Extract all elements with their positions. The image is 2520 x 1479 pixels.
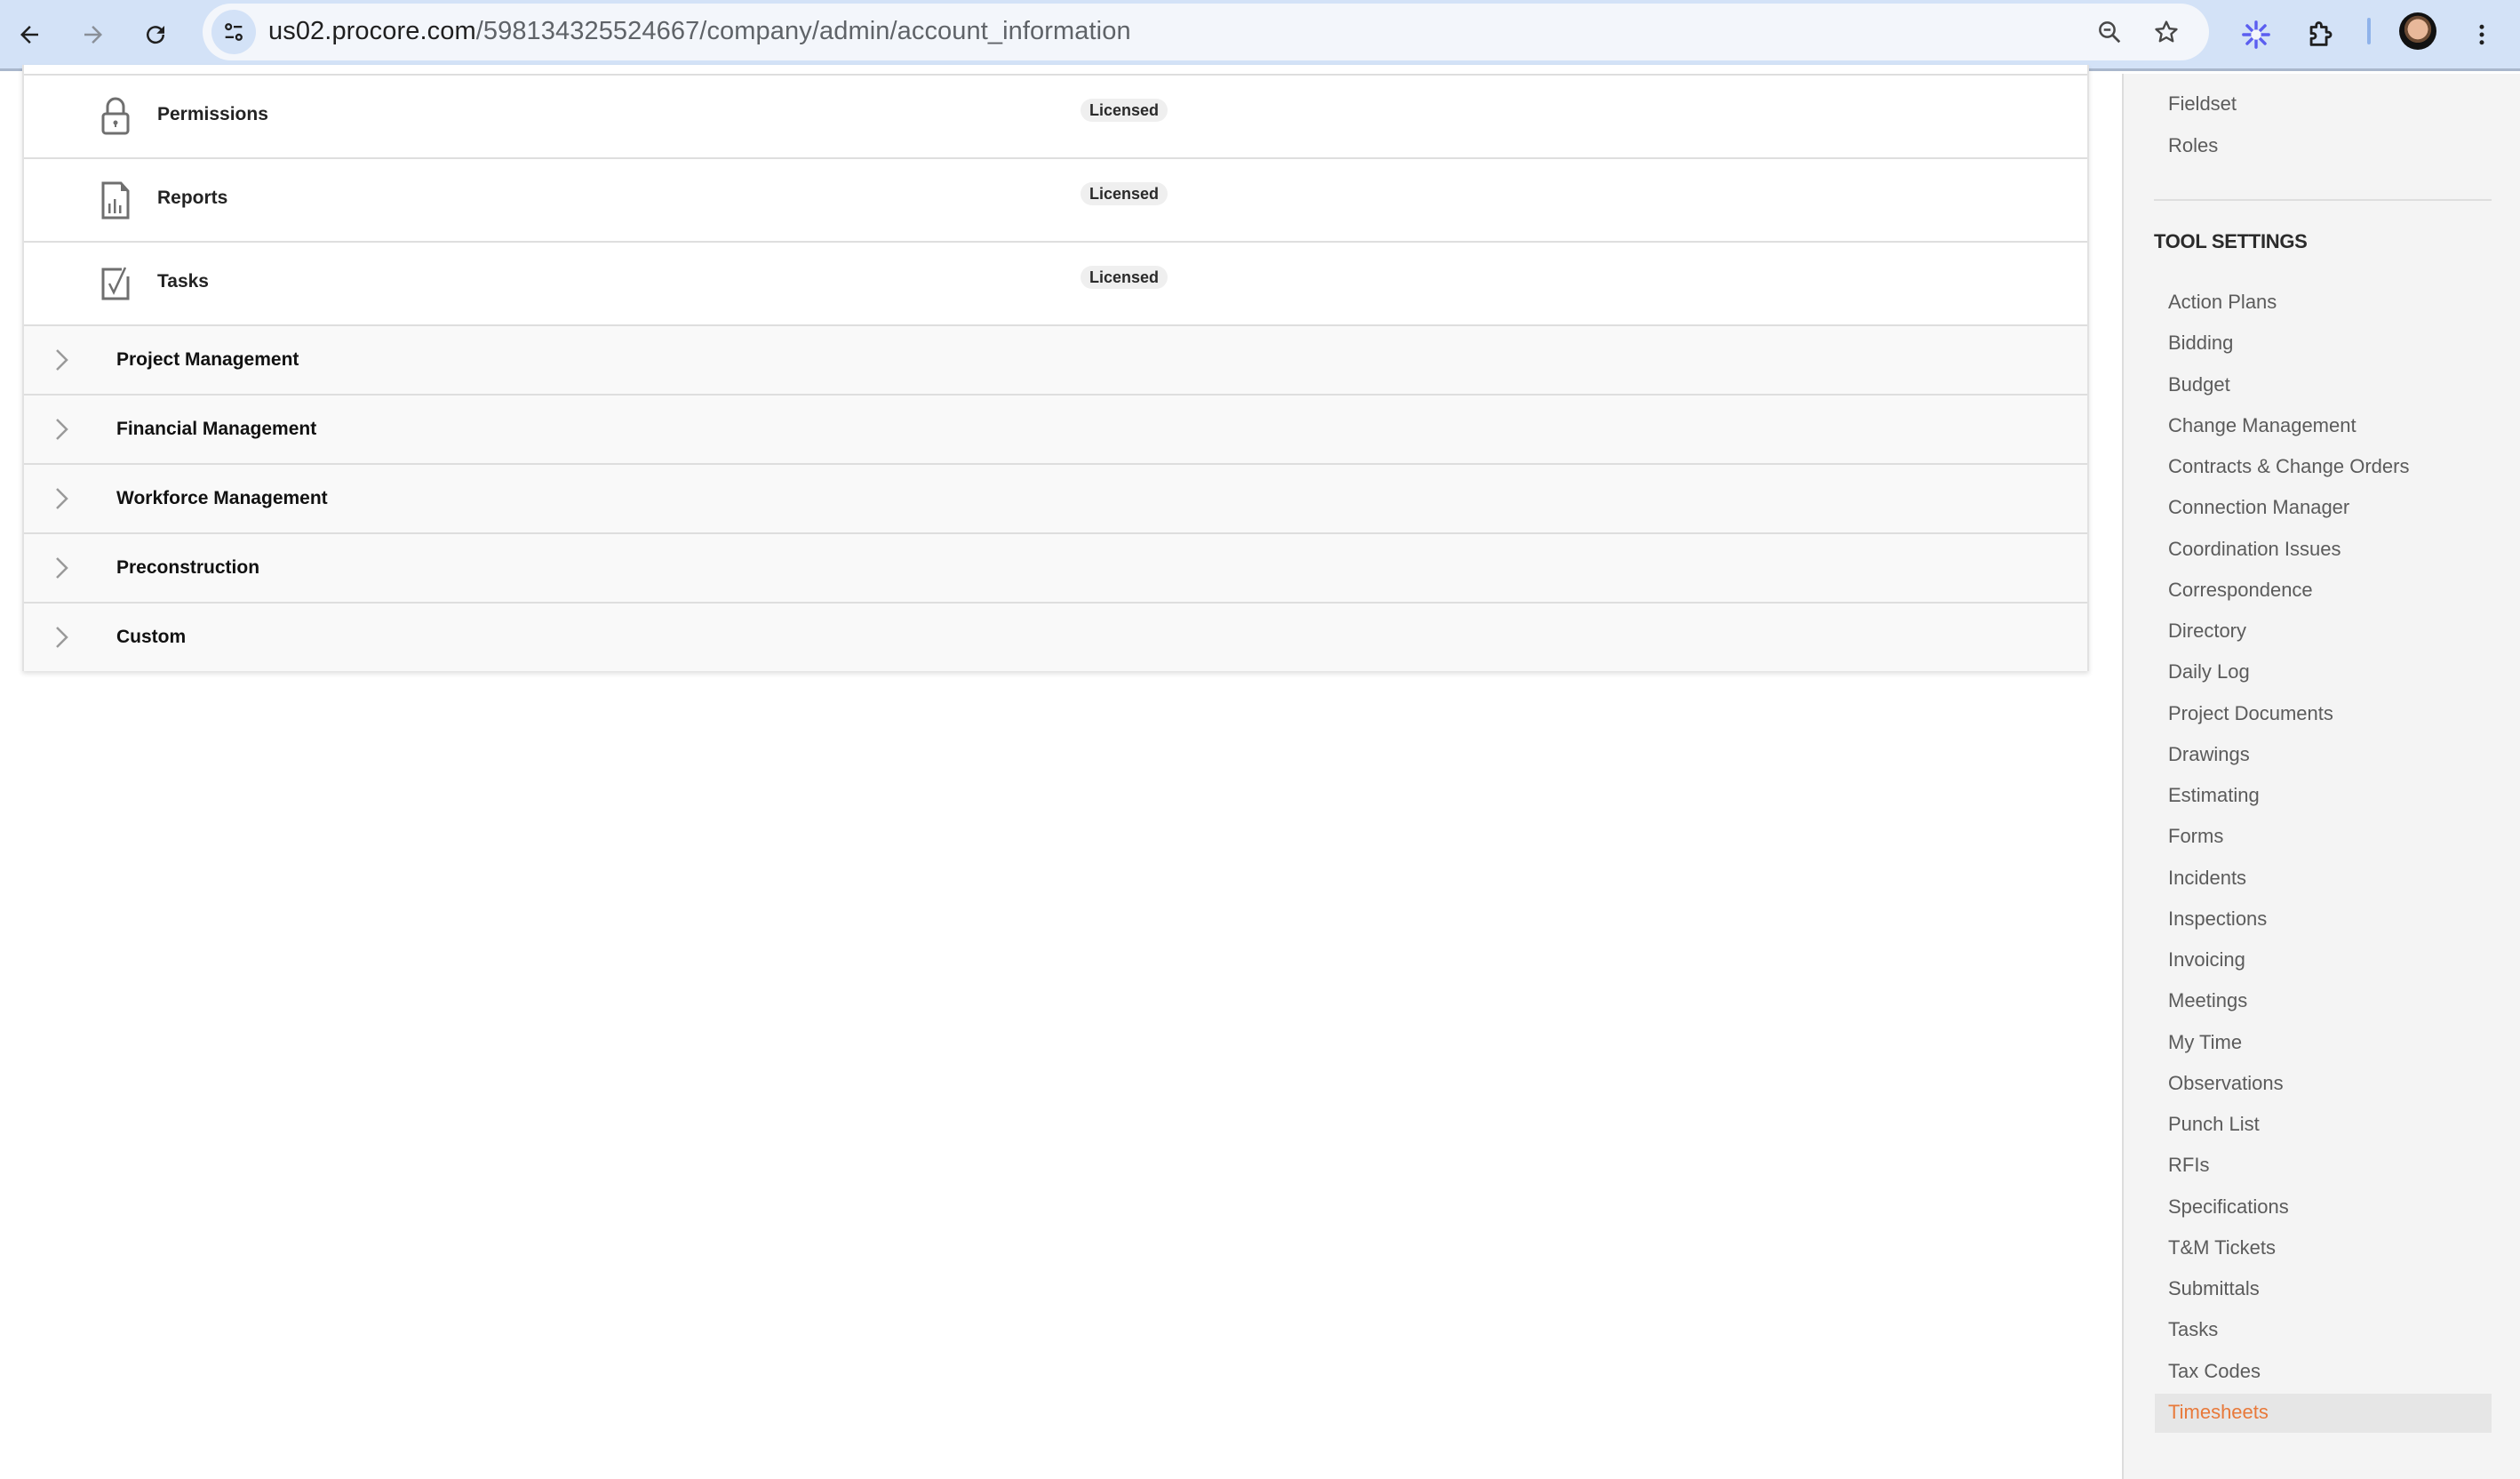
url-host: us02.procore.com — [268, 17, 476, 45]
sidebar-link-budget[interactable]: Budget — [2168, 373, 2230, 396]
sidebar-link-drawings[interactable]: Drawings — [2168, 743, 2250, 766]
url-path: /598134325524667/company/admin/account_i… — [475, 17, 1131, 45]
group-row-workforce-management[interactable]: Workforce Management — [24, 463, 2087, 532]
sidebar-link-rfis[interactable]: RFIs — [2168, 1154, 2209, 1177]
status-badge: Licensed — [1081, 266, 1168, 289]
sidebar-link-observations[interactable]: Observations — [2168, 1072, 2284, 1095]
report-icon — [101, 181, 130, 220]
group-row-preconstruction[interactable]: Preconstruction — [24, 532, 2087, 602]
site-info-button[interactable] — [211, 10, 256, 54]
reload-icon — [147, 26, 165, 44]
status-badge: Licensed — [1081, 182, 1168, 205]
avatar[interactable] — [2399, 12, 2436, 50]
sidebar-link-coordination-issues[interactable]: Coordination Issues — [2168, 538, 2341, 561]
lock-icon — [101, 97, 130, 135]
sidebar-link-correspondence[interactable]: Correspondence — [2168, 579, 2313, 602]
group-name: Project Management — [116, 349, 299, 370]
status-badge: Licensed — [1081, 99, 1168, 122]
forward-button[interactable] — [71, 12, 116, 57]
address-bar[interactable]: us02.procore.com/598134325524667/company… — [203, 4, 2209, 60]
sidebar-link-incidents[interactable]: Incidents — [2168, 867, 2246, 890]
sidebar-link-roles[interactable]: Roles — [2168, 134, 2218, 157]
sidebar-link-tax-codes[interactable]: Tax Codes — [2168, 1360, 2261, 1383]
sparkle-icon — [2242, 20, 2270, 49]
puzzle-icon — [2309, 21, 2333, 46]
sidebar-link-meetings[interactable]: Meetings — [2168, 989, 2247, 1012]
sidebar-link-daily-log[interactable]: Daily Log — [2168, 660, 2250, 684]
sidebar-link-tasks[interactable]: Tasks — [2168, 1318, 2218, 1341]
sidebar-link-tandm-tickets[interactable]: T&M Tickets — [2168, 1236, 2276, 1259]
more-vert-icon — [2479, 24, 2484, 45]
group-name: Preconstruction — [116, 557, 260, 578]
extensions-button[interactable] — [2298, 12, 2342, 57]
tool-row-tasks[interactable]: Tasks Licensed — [24, 241, 2087, 324]
sidebar-link-estimating[interactable]: Estimating — [2168, 784, 2260, 807]
checkbox-icon — [101, 267, 130, 300]
arrow-left-icon — [20, 26, 38, 44]
tools-table: Permissions Licensed Reports Licensed Ta… — [22, 65, 2089, 671]
sidebar-link-bidding[interactable]: Bidding — [2168, 332, 2233, 355]
sidebar-link-timesheets[interactable]: Timesheets — [2168, 1401, 2269, 1424]
group-row-custom[interactable]: Custom — [24, 602, 2087, 671]
sidebar-link-forms[interactable]: Forms — [2168, 825, 2223, 848]
sidebar-link-directory[interactable]: Directory — [2168, 620, 2246, 643]
chevron-right-icon[interactable] — [51, 556, 72, 580]
reload-button[interactable] — [133, 12, 178, 57]
zoom-out-icon — [2099, 21, 2121, 44]
group-row-financial-management[interactable]: Financial Management — [24, 394, 2087, 463]
chevron-right-icon[interactable] — [51, 486, 72, 511]
sidebar-link-change-management[interactable]: Change Management — [2168, 414, 2357, 437]
page-content: Permissions Licensed Reports Licensed Ta… — [0, 65, 2520, 1479]
sidebar-link-punch-list[interactable]: Punch List — [2168, 1113, 2260, 1136]
browser-toolbar: us02.procore.com/598134325524667/company… — [0, 0, 2520, 71]
sidebar-link-action-plans[interactable]: Action Plans — [2168, 291, 2277, 314]
group-name: Financial Management — [116, 419, 317, 439]
sidebar-link-invoicing[interactable]: Invoicing — [2168, 948, 2245, 971]
sidebar-link-specifications[interactable]: Specifications — [2168, 1195, 2289, 1219]
sidebar-link-submittals[interactable]: Submittals — [2168, 1277, 2260, 1300]
chevron-right-icon[interactable] — [51, 348, 72, 372]
claude-extension-button[interactable] — [2234, 12, 2278, 57]
chevron-right-icon[interactable] — [51, 625, 72, 650]
group-name: Workforce Management — [116, 488, 328, 508]
sidebar-link-project-documents[interactable]: Project Documents — [2168, 702, 2333, 725]
chevron-right-icon[interactable] — [51, 417, 72, 442]
toolbar-separator — [2367, 18, 2371, 44]
tool-row-reports[interactable]: Reports Licensed — [24, 157, 2087, 241]
sidebar-link-connection-manager[interactable]: Connection Manager — [2168, 496, 2349, 519]
tool-settings-heading: TOOL SETTINGS — [2154, 230, 2308, 252]
tool-name: Reports — [157, 188, 228, 208]
star-icon — [2155, 20, 2178, 43]
back-button[interactable] — [7, 12, 52, 57]
zoom-button[interactable] — [2090, 12, 2129, 52]
sidebar-link-fieldset[interactable]: Fieldset — [2168, 92, 2237, 116]
url-text[interactable]: us02.procore.com/598134325524667/company… — [268, 17, 1131, 46]
sidebar-link-contracts-and-change-orders[interactable]: Contracts & Change Orders — [2168, 455, 2409, 478]
sidebar-divider — [2154, 199, 2492, 201]
sidebar-link-my-time[interactable]: My Time — [2168, 1031, 2242, 1054]
tool-name: Tasks — [157, 271, 209, 292]
settings-sidebar: Fieldset Roles TOOL SETTINGS Action Plan… — [2122, 74, 2520, 1479]
tool-name: Permissions — [157, 104, 268, 124]
tool-row-permissions[interactable]: Permissions Licensed — [24, 74, 2087, 157]
sidebar-link-inspections[interactable]: Inspections — [2168, 907, 2267, 931]
bookmark-button[interactable] — [2147, 12, 2186, 52]
tune-icon — [225, 23, 243, 41]
arrow-right-icon — [84, 26, 102, 44]
group-name: Custom — [116, 627, 187, 647]
browser-menu-button[interactable] — [2460, 12, 2504, 57]
group-row-project-management[interactable]: Project Management — [24, 324, 2087, 394]
